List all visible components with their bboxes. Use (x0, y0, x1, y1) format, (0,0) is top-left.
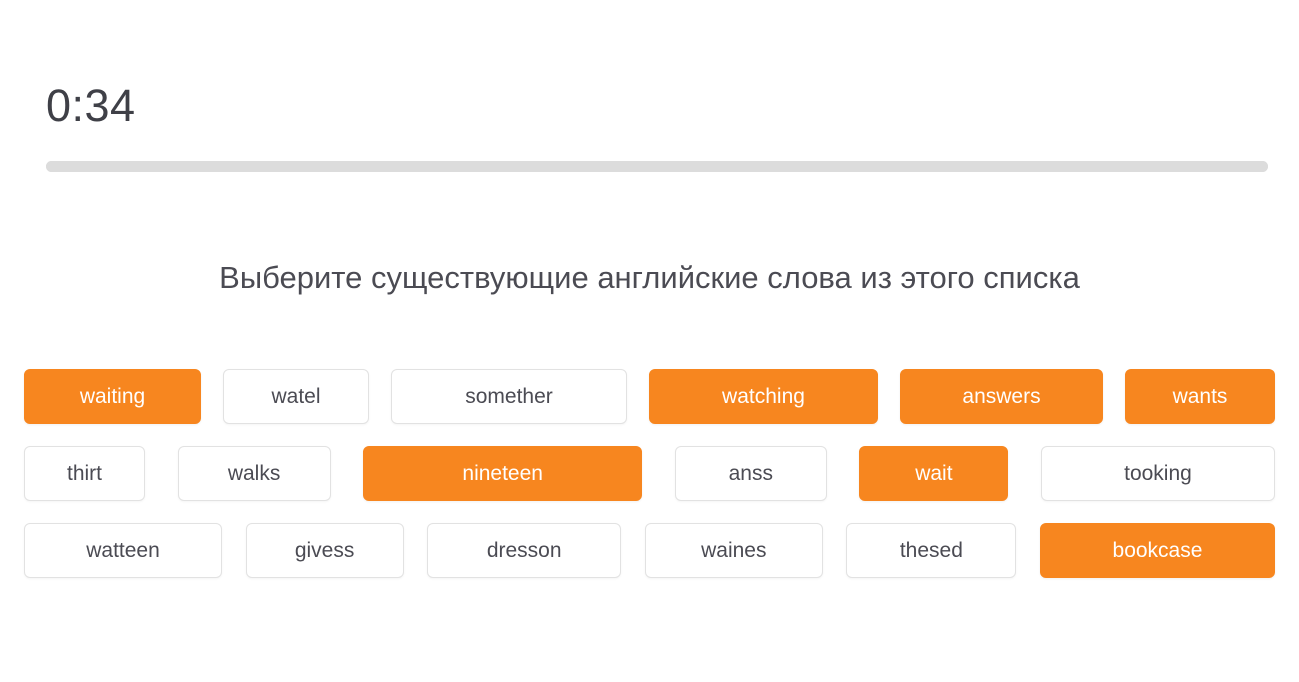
quiz-screen: 0:34 Выберите существующие английские сл… (0, 0, 1299, 682)
word-option-givess[interactable]: givess (245, 523, 404, 578)
word-option-somether[interactable]: somether (391, 369, 627, 424)
word-option-tooking[interactable]: tooking (1040, 446, 1275, 501)
word-option-walks[interactable]: walks (177, 446, 331, 501)
word-options-grid: waiting watel somether watching answers wants… (24, 369, 1275, 578)
word-option-watteen[interactable]: watteen (24, 523, 222, 578)
progress-bar-fill (46, 161, 1268, 172)
word-option-wait[interactable]: wait (859, 446, 1009, 501)
word-options-row: waiting watel somether watching answers wants (24, 369, 1275, 424)
question-text: Выберите существующие английские слова и… (219, 260, 1080, 295)
word-option-wants[interactable]: wants (1125, 369, 1275, 424)
word-option-thesed[interactable]: thesed (846, 523, 1017, 578)
word-option-answers[interactable]: answers (900, 369, 1103, 424)
word-option-waines[interactable]: waines (644, 523, 823, 578)
word-option-watching[interactable]: watching (649, 369, 878, 424)
word-option-waiting[interactable]: waiting (24, 369, 201, 424)
word-option-watel[interactable]: watel (223, 369, 369, 424)
word-options-row: thirt walks nineteen anss wait tooking (24, 446, 1275, 501)
word-option-bookcase[interactable]: bookcase (1039, 523, 1275, 578)
countdown-timer: 0:34 (46, 80, 136, 131)
word-options-row: watteen givess dresson waines thesed bookcase (24, 523, 1275, 578)
word-option-anss[interactable]: anss (674, 446, 827, 501)
word-option-dresson[interactable]: dresson (427, 523, 622, 578)
word-option-thirt[interactable]: thirt (24, 446, 145, 501)
word-option-nineteen[interactable]: nineteen (363, 446, 643, 501)
progress-bar (46, 161, 1268, 172)
